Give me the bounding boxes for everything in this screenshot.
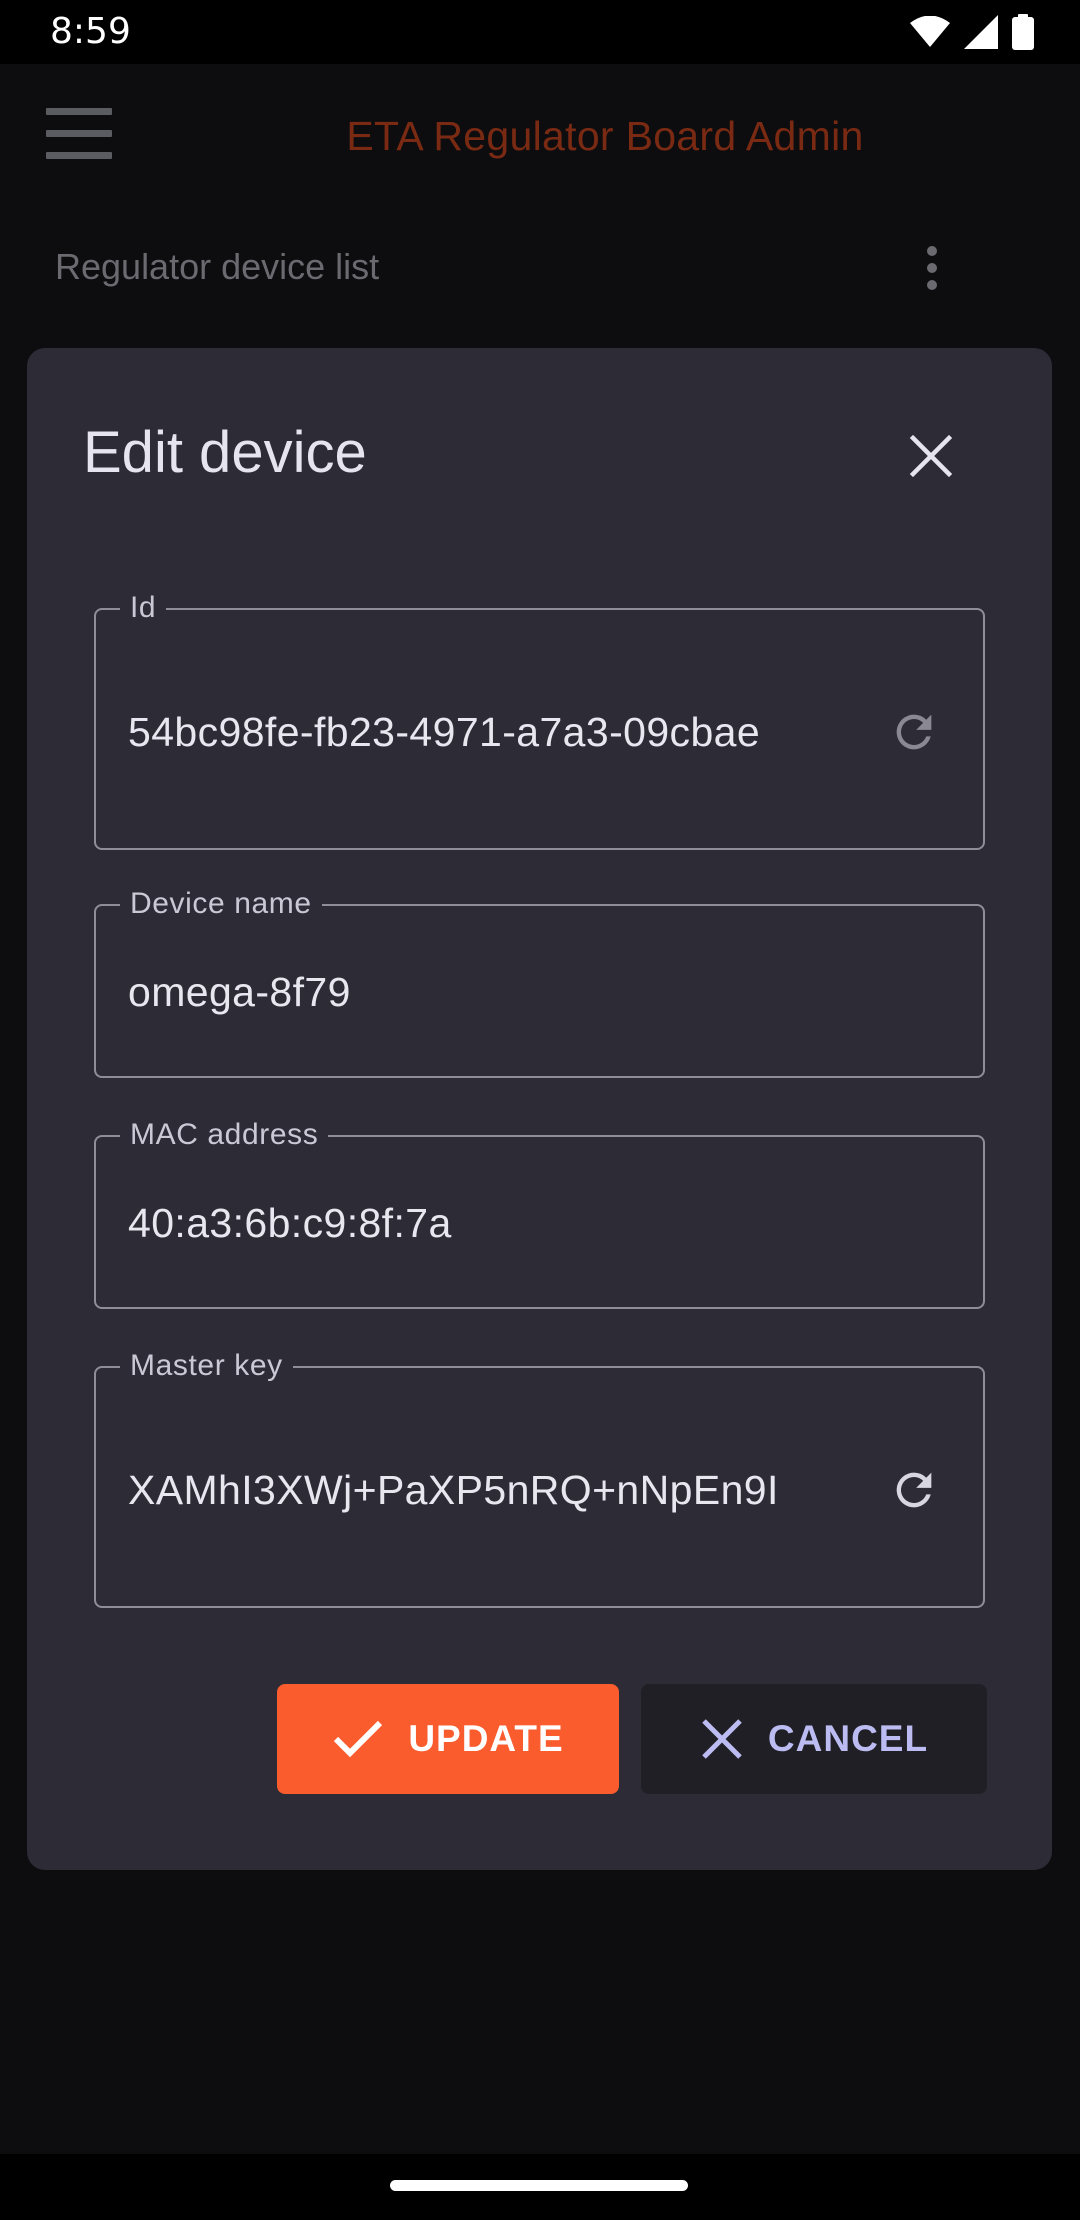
battery-icon <box>1012 14 1034 50</box>
wifi-icon <box>910 16 950 47</box>
app-screen: 8:59 ETA Regulator Board Admin Regulator… <box>0 0 1080 2220</box>
master-key-input[interactable]: XAMhI3XWj+PaXP5nRQ+nNpEn9I <box>128 1464 828 1516</box>
gesture-nav-bar <box>0 2154 1080 2220</box>
app-title: ETA Regulator Board Admin <box>346 113 864 159</box>
signal-icon <box>964 15 998 49</box>
master-key-field[interactable]: Master key XAMhI3XWj+PaXP5nRQ+nNpEn9I <box>94 1346 985 1608</box>
cancel-button-label: CANCEL <box>767 1718 929 1759</box>
home-gesture-handle[interactable] <box>390 2180 688 2191</box>
edit-device-dialog: Edit device Id 54bc98fe-fb23-4971-a7a3-0… <box>27 348 1052 1870</box>
update-button[interactable]: UPDATE <box>277 1684 619 1794</box>
id-field[interactable]: Id 54bc98fe-fb23-4971-a7a3-09cbae <box>94 588 985 850</box>
more-vert-icon[interactable] <box>910 240 954 296</box>
master-key-field-label: Master key <box>120 1346 293 1386</box>
status-time: 8:59 <box>50 11 131 52</box>
id-field-label: Id <box>120 588 167 628</box>
mac-address-field-label: MAC address <box>120 1115 329 1155</box>
check-icon <box>334 1720 383 1758</box>
dialog-title: Edit device <box>83 420 367 485</box>
device-name-input[interactable]: omega-8f79 <box>128 966 351 1018</box>
update-button-label: UPDATE <box>408 1718 564 1759</box>
status-icons <box>910 14 1034 50</box>
refresh-icon[interactable] <box>888 706 940 758</box>
page-title: Regulator device list <box>55 246 380 287</box>
status-bar: 8:59 <box>0 0 1080 64</box>
close-icon[interactable] <box>903 428 959 484</box>
id-input[interactable]: 54bc98fe-fb23-4971-a7a3-09cbae <box>128 706 828 758</box>
cancel-button[interactable]: CANCEL <box>641 1684 987 1794</box>
sub-header: Regulator device list <box>0 222 1080 312</box>
mac-address-field[interactable]: MAC address 40:a3:6b:c9:8f:7a <box>94 1115 985 1309</box>
refresh-icon[interactable] <box>888 1464 940 1516</box>
device-name-field[interactable]: Device name omega-8f79 <box>94 884 985 1078</box>
device-name-field-label: Device name <box>120 884 322 924</box>
app-bar: ETA Regulator Board Admin <box>0 64 1080 206</box>
mac-address-input[interactable]: 40:a3:6b:c9:8f:7a <box>128 1197 452 1249</box>
close-icon <box>702 1719 742 1759</box>
